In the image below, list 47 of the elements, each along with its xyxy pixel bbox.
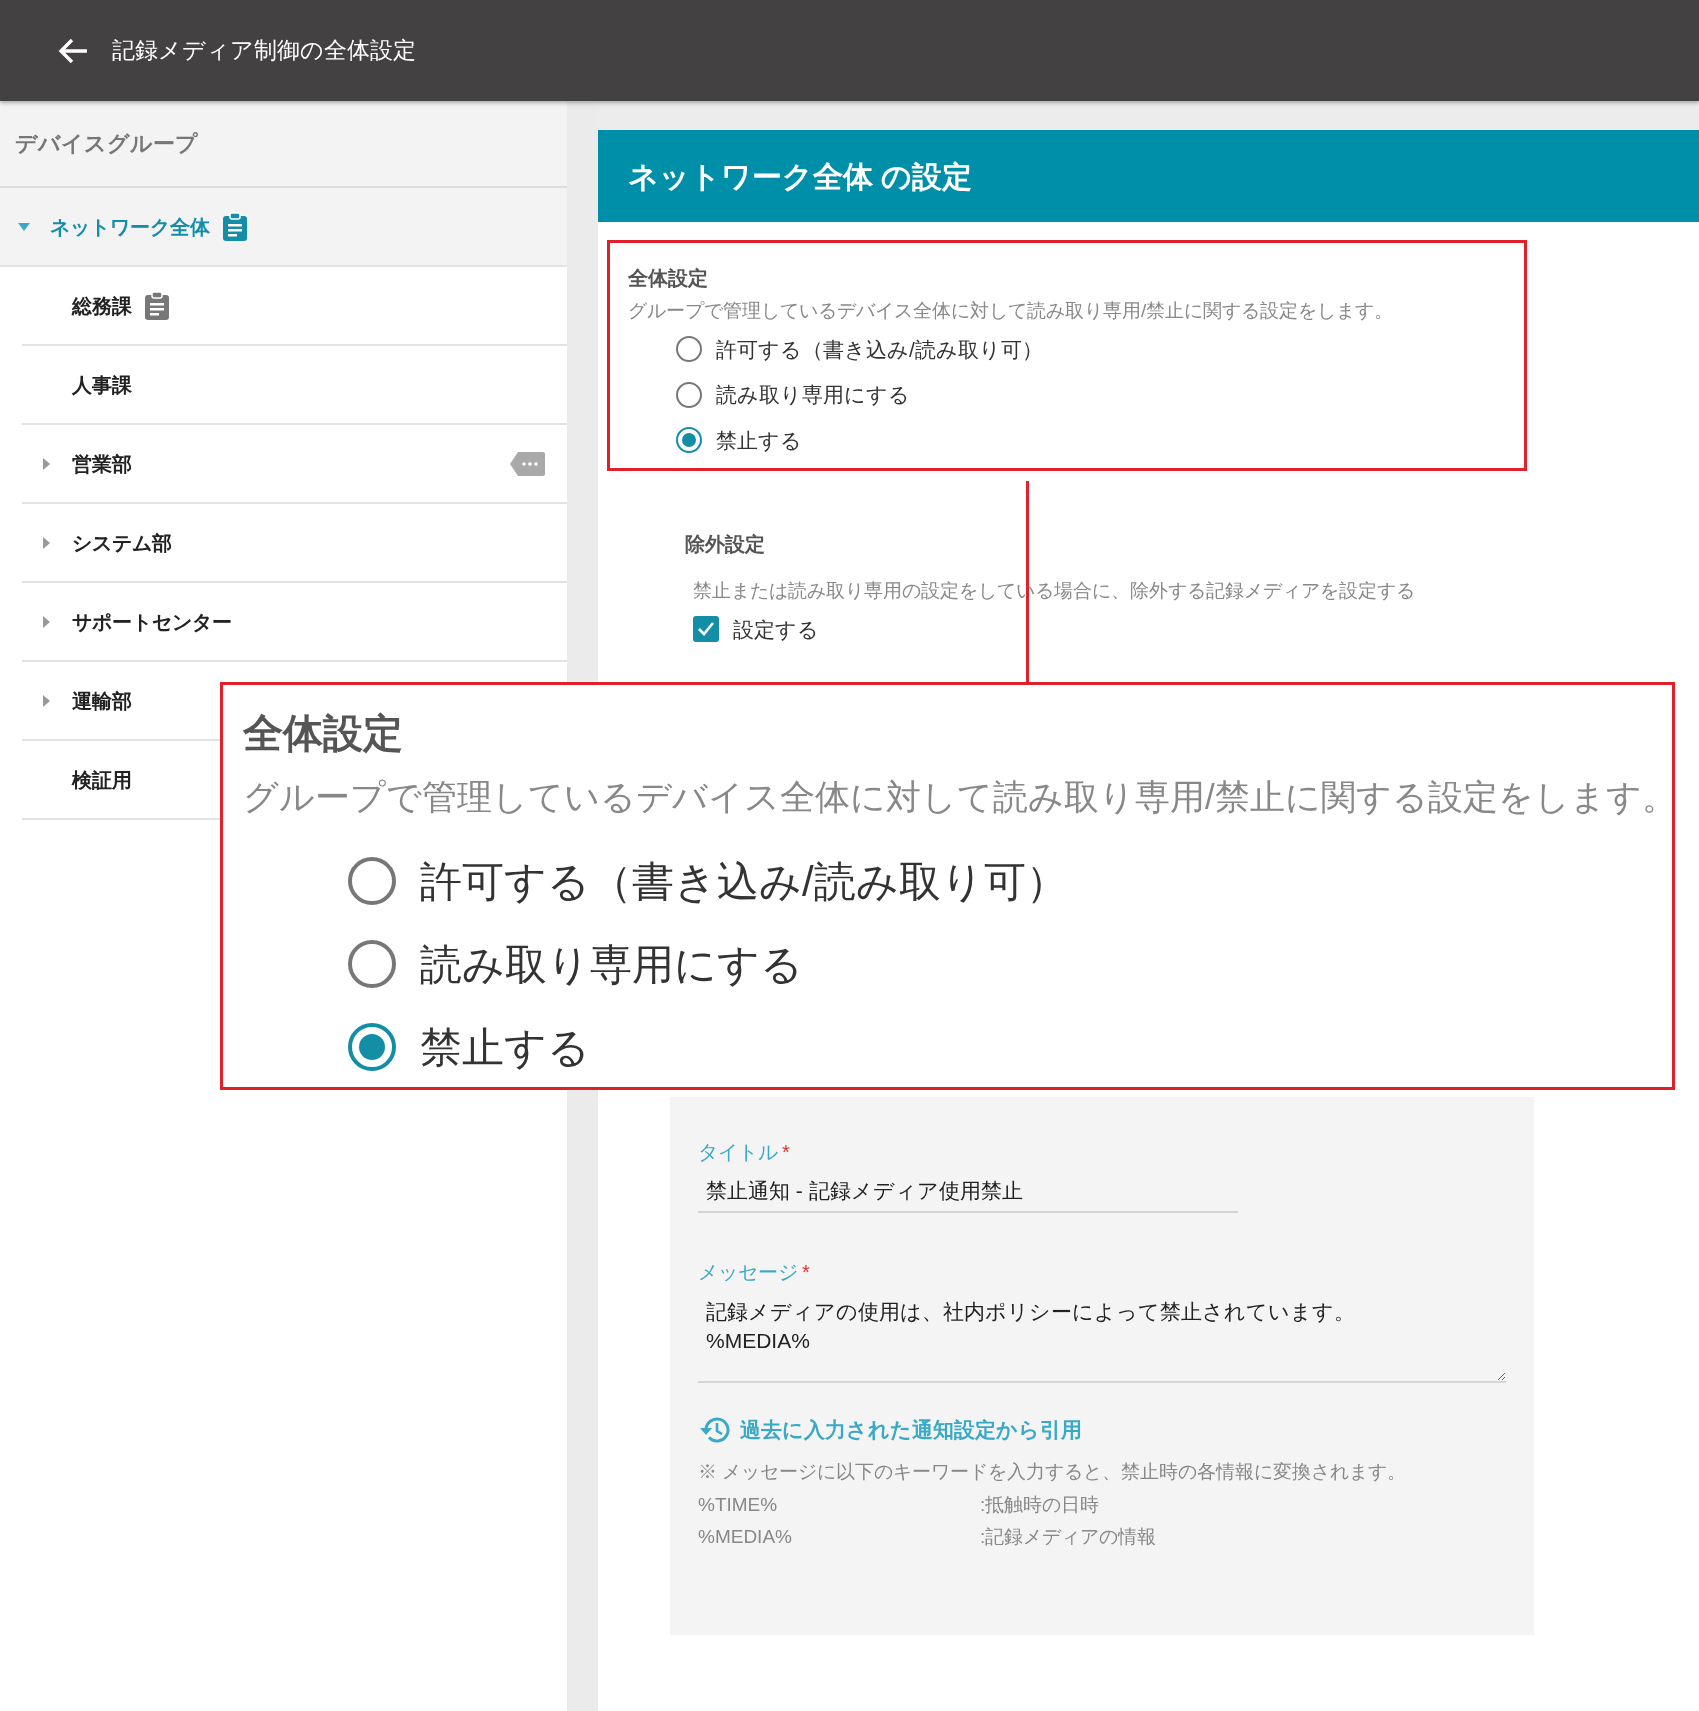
required-mark: * (802, 1259, 810, 1285)
page-title: 記録メディア制御の全体設定 (112, 36, 416, 66)
tree-item[interactable]: 運輸部 (22, 662, 140, 739)
radio-option[interactable]: 許可する（書き込み/読み取り可） (348, 849, 1652, 913)
radio-option[interactable]: 許可する（書き込み/読み取り可） (676, 333, 1506, 365)
checkmark-icon (697, 621, 715, 638)
tree-item[interactable]: システム部 (22, 504, 180, 581)
section-description: グループで管理しているデバイス全体に対して読み取り専用/禁止に関する設定をします。 (628, 299, 1395, 323)
tree-item[interactable]: 検証用 (22, 741, 140, 818)
tree-item[interactable]: 総務課 (22, 267, 178, 344)
caret-right-icon[interactable] (42, 694, 50, 707)
section-heading: 全体設定 (628, 266, 709, 291)
keyword-meaning: :記録メディアの情報 (980, 1525, 1157, 1550)
radio-option[interactable]: 禁止する (676, 424, 1506, 456)
radio-icon[interactable] (348, 857, 396, 905)
message-field[interactable]: 記録メディアの使用は、社内ポリシーによって禁止されています。 %MEDIA% (698, 1290, 1506, 1383)
tree-item[interactable]: サポートセンター (22, 583, 240, 660)
sidebar-title: デバイスグループ (15, 130, 198, 158)
caret-right-icon[interactable] (42, 457, 50, 470)
callout-heading: 全体設定 (243, 710, 404, 757)
section-heading: 除外設定 (685, 532, 766, 557)
back-arrow-icon[interactable] (58, 37, 88, 64)
section-title: ネットワーク全体 の設定 (628, 158, 973, 195)
caret-right-icon[interactable] (42, 615, 50, 628)
radio-icon[interactable] (676, 427, 702, 454)
radio-option[interactable]: 読み取り専用にする (676, 379, 1506, 411)
callout-description: グループで管理しているデバイス全体に対して読み取り専用/禁止に関する設定をします。 (243, 776, 1652, 818)
field-label: タイトル (698, 1140, 778, 1165)
radio-icon[interactable] (676, 336, 702, 363)
required-mark: * (782, 1140, 790, 1165)
keyword: %MEDIA% (698, 1525, 793, 1550)
hint-text: ※ メッセージに以下のキーワードを入力すると、禁止時の各情報に変換されます。 (698, 1459, 1408, 1484)
title-field[interactable]: 禁止通知 - 記録メディア使用禁止 (698, 1171, 1238, 1213)
tree-item[interactable]: 営業部 (22, 425, 140, 502)
keyword-meaning: :抵触時の日時 (980, 1492, 1100, 1517)
caret-down-icon[interactable] (18, 222, 30, 231)
tag-icon[interactable] (509, 450, 545, 477)
radio-icon[interactable] (348, 1023, 396, 1071)
field-label: メッセージ (698, 1259, 798, 1285)
keyword: %TIME% (698, 1492, 779, 1517)
radio-option[interactable]: 禁止する (348, 1015, 1652, 1079)
radio-icon[interactable] (348, 940, 396, 988)
checkbox[interactable]: 設定する (693, 613, 1699, 645)
tree-item[interactable]: 人事課 (22, 346, 140, 423)
radio-icon[interactable] (676, 381, 702, 408)
caret-right-icon[interactable] (42, 536, 50, 549)
radio-option[interactable]: 読み取り専用にする (348, 932, 1652, 996)
